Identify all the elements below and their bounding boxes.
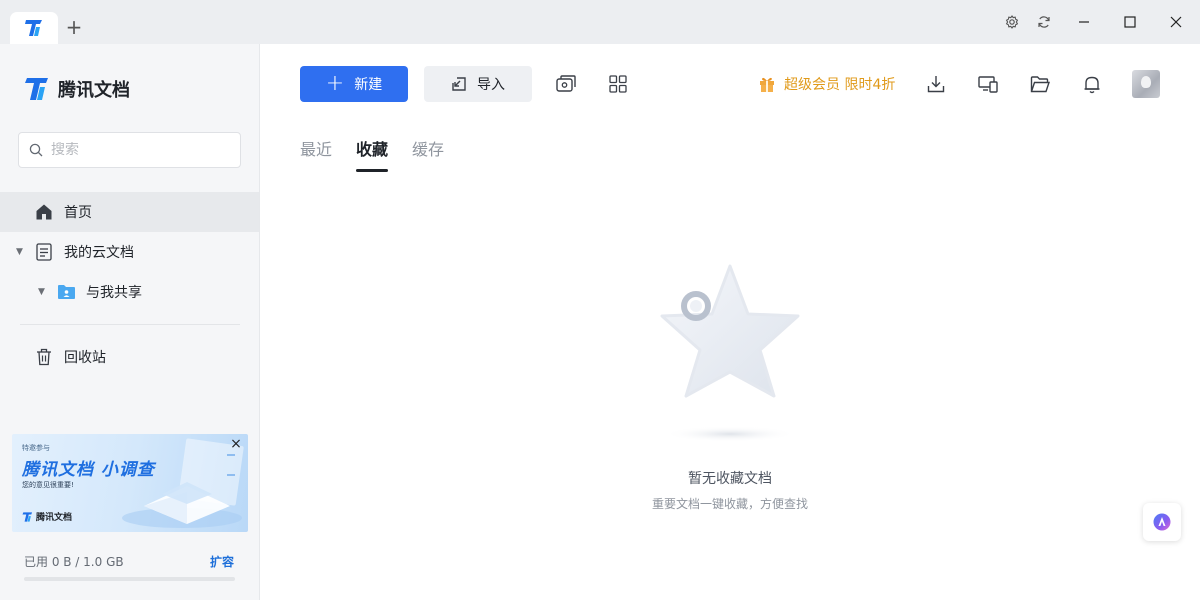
user-avatar[interactable] (1132, 70, 1160, 98)
sidebar-item-my-cloud-docs[interactable]: ▼ 我的云文档 (0, 232, 259, 272)
import-button-label: 导入 (477, 77, 505, 93)
title-bar: + (0, 0, 1200, 44)
storage-progress-bar (24, 577, 235, 581)
plus-icon: + (325, 71, 345, 96)
survey-banner[interactable]: 特邀参与 腾讯文档 小调查 您的意见很重要! 腾讯文档 × (12, 434, 248, 532)
search-input[interactable] (51, 142, 211, 158)
banner-title: 腾讯文档 小调查 (22, 460, 155, 480)
close-icon[interactable] (1166, 12, 1186, 32)
vip-promo-label: 超级会员 限时4折 (784, 77, 896, 93)
gift-icon (760, 77, 774, 92)
sidebar: 腾讯文档 首页 ▼ 我的云文档 ▼ 与我共享 回收站 (0, 44, 260, 600)
tab-recent[interactable]: 最近 (300, 136, 332, 172)
notification-bell-icon[interactable] (1082, 74, 1102, 94)
empty-star-icon (660, 264, 800, 442)
sidebar-item-home[interactable]: 首页 (0, 192, 259, 232)
home-icon (35, 203, 53, 221)
empty-state-subtitle: 重要文档一键收藏，方便查找 (651, 497, 808, 511)
trash-icon (36, 348, 52, 366)
tab-cache[interactable]: 缓存 (412, 136, 444, 172)
new-tab-button[interactable]: + (63, 16, 85, 38)
expand-storage-link[interactable]: 扩容 (210, 553, 234, 570)
sidebar-item-label: 与我共享 (86, 285, 142, 301)
sync-icon[interactable] (1034, 12, 1054, 32)
sidebar-item-label: 首页 (64, 205, 92, 221)
search-box[interactable] (18, 132, 241, 168)
import-icon (452, 77, 466, 91)
caret-down-icon[interactable]: ▼ (38, 287, 45, 297)
sidebar-item-label: 我的云文档 (64, 245, 134, 261)
settings-icon[interactable] (1002, 12, 1022, 32)
app-logo: 腾讯文档 (24, 76, 130, 102)
search-icon (29, 143, 43, 157)
ai-assistant-button[interactable] (1143, 503, 1181, 541)
app-grid-icon[interactable] (608, 74, 628, 94)
sidebar-item-shared-with-me[interactable]: ▼ 与我共享 (0, 272, 259, 312)
storage-usage-text: 已用 0 B / 1.0 GB (24, 555, 124, 569)
tencent-docs-logo-icon (25, 78, 48, 100)
vip-promo[interactable]: 超级会员 限时4折 (758, 74, 895, 94)
tencent-docs-logo-icon (25, 20, 42, 36)
banner-subtitle: 您的意见很重要! (22, 481, 74, 489)
devices-icon[interactable] (978, 74, 998, 94)
new-button[interactable]: + 新建 (300, 66, 408, 102)
tencent-docs-logo-icon (22, 511, 33, 522)
document-icon (36, 243, 52, 261)
download-icon[interactable] (926, 74, 946, 94)
sidebar-divider (20, 324, 240, 325)
maximize-icon[interactable] (1120, 12, 1140, 32)
shared-folder-icon (57, 284, 76, 300)
sidebar-item-label: 回收站 (64, 350, 106, 366)
import-button[interactable]: 导入 (424, 66, 532, 102)
app-name: 腾讯文档 (58, 80, 130, 101)
empty-state-title: 暂无收藏文档 (688, 471, 772, 487)
app-tab[interactable] (10, 12, 58, 44)
minimize-icon[interactable] (1074, 12, 1094, 32)
banner-brand: 腾讯文档 (22, 510, 72, 523)
banner-close-icon[interactable]: × (228, 436, 244, 452)
banner-brand-text: 腾讯文档 (36, 513, 73, 523)
banner-kicker: 特邀参与 (22, 444, 50, 452)
caret-down-icon[interactable]: ▼ (16, 247, 23, 257)
ai-assistant-icon (1153, 513, 1171, 531)
content-tabs: 最近 收藏 缓存 (300, 136, 468, 172)
sidebar-item-trash[interactable]: 回收站 (0, 337, 259, 377)
new-button-label: 新建 (354, 77, 383, 93)
tab-favorites[interactable]: 收藏 (356, 136, 389, 172)
folder-icon[interactable] (1030, 74, 1050, 94)
template-icon[interactable] (556, 74, 576, 94)
